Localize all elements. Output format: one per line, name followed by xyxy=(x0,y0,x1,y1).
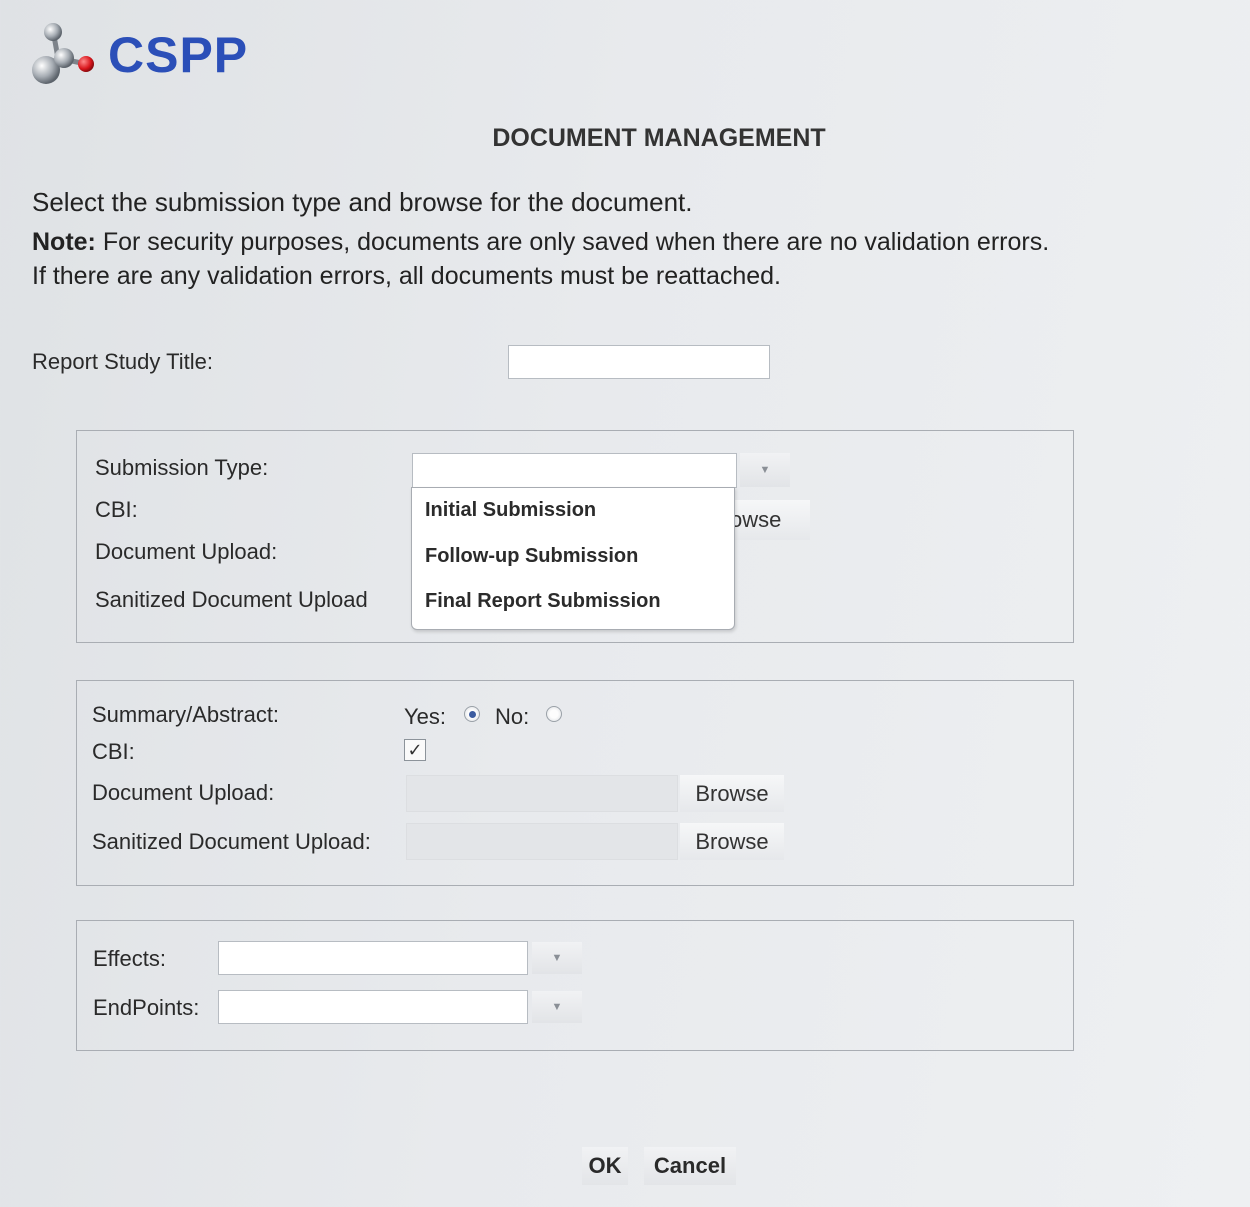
summary-abstract-label: Summary/Abstract: xyxy=(92,702,280,727)
submission-browse-button[interactable]: owse xyxy=(728,500,810,540)
ok-button[interactable]: OK xyxy=(582,1147,628,1185)
summary-sanitized-browse-button[interactable]: Browse xyxy=(680,823,784,860)
summary-cbi-label: CBI: xyxy=(92,739,135,764)
dropdown-option-follow-up-submission[interactable]: Follow-up Submission xyxy=(425,545,638,568)
checkmark-icon: ✓ xyxy=(407,739,423,760)
browse-button-label: Browse xyxy=(695,828,769,854)
chevron-down-icon: ▼ xyxy=(551,952,563,964)
cancel-button[interactable]: Cancel xyxy=(644,1147,736,1185)
effects-panel xyxy=(76,920,1074,1051)
submission-document-upload-label: Document Upload: xyxy=(95,539,278,564)
dropdown-option-final-report-submission[interactable]: Final Report Submission xyxy=(425,590,661,613)
no-label: No: xyxy=(495,704,530,729)
submission-sanitized-upload-label: Sanitized Document Upload xyxy=(95,587,368,612)
summary-document-upload-label: Document Upload: xyxy=(92,780,275,805)
endpoints-select[interactable] xyxy=(218,990,528,1024)
endpoints-dropdown-button[interactable]: ▼ xyxy=(532,991,582,1023)
summary-document-upload-field[interactable] xyxy=(406,775,678,812)
submission-cbi-label: CBI: xyxy=(95,497,138,522)
summary-yes-radio[interactable] xyxy=(464,706,480,722)
radio-selected-dot xyxy=(468,710,476,718)
report-study-title-input[interactable] xyxy=(508,345,770,379)
browse-button-label: owse xyxy=(730,507,782,532)
summary-document-browse-button[interactable]: Browse xyxy=(680,775,784,812)
app-logo-text: CSPP xyxy=(108,27,249,83)
summary-cbi-checkbox[interactable]: ✓ xyxy=(404,739,426,761)
browse-button-label: Browse xyxy=(695,780,769,806)
chevron-down-icon: ▼ xyxy=(551,1001,563,1013)
yes-label: Yes: xyxy=(404,704,447,729)
instructions-text: Select the submission type and browse fo… xyxy=(32,187,693,217)
report-study-title-label: Report Study Title: xyxy=(32,349,213,374)
security-note-continued: If there are any validation errors, all … xyxy=(32,262,781,290)
note-text: For security purposes, documents are onl… xyxy=(95,228,1050,256)
page-title: DOCUMENT MANAGEMENT xyxy=(492,124,826,152)
endpoints-label: EndPoints: xyxy=(93,995,200,1020)
submission-type-select[interactable] xyxy=(412,453,737,488)
submission-type-dropdown-button[interactable]: ▼ xyxy=(740,453,790,487)
effects-label: Effects: xyxy=(93,946,166,971)
submission-type-label: Submission Type: xyxy=(95,455,269,480)
chevron-down-icon: ▼ xyxy=(759,464,771,476)
effects-select[interactable] xyxy=(218,941,528,975)
effects-dropdown-button[interactable]: ▼ xyxy=(532,942,582,974)
dropdown-option-initial-submission[interactable]: Initial Submission xyxy=(425,499,596,522)
security-note: Note: For security purposes, documents a… xyxy=(32,228,1049,257)
submission-type-dropdown-list: Initial Submission Follow-up Submission … xyxy=(411,487,735,630)
summary-no-radio[interactable] xyxy=(546,706,562,722)
summary-sanitized-upload-field[interactable] xyxy=(406,823,678,860)
note-label: Note: xyxy=(32,228,96,256)
summary-sanitized-upload-label: Sanitized Document Upload: xyxy=(92,829,371,854)
molecule-logo-icon xyxy=(28,20,100,88)
